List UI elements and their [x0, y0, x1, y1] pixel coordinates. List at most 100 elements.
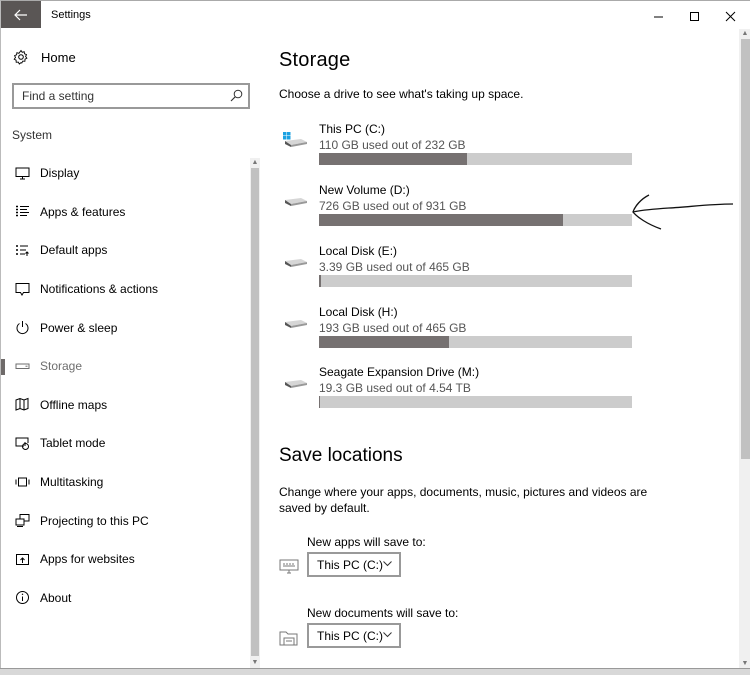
sidebar-item-display[interactable]: Display — [1, 154, 249, 193]
save-locations-title: Save locations — [279, 445, 403, 466]
dropdown-value: This PC (C:) — [317, 557, 383, 572]
maximize-icon — [689, 11, 699, 21]
sidebar-item-label: Projecting to this PC — [40, 513, 149, 528]
back-button[interactable] — [1, 1, 41, 28]
tablet-icon — [14, 435, 30, 451]
drive-usage-bar — [319, 336, 632, 348]
sidebar-item-power-sleep[interactable]: Power & sleep — [1, 308, 249, 347]
storage-icon — [14, 358, 30, 374]
sidebar-scrollbar-thumb[interactable] — [251, 168, 259, 656]
message-icon — [14, 281, 30, 297]
drive-icon — [285, 198, 307, 206]
close-button[interactable] — [715, 7, 745, 25]
scroll-down-arrow-icon[interactable]: ▼ — [250, 658, 260, 668]
sidebar-item-label: Multitasking — [40, 475, 104, 490]
home-link[interactable]: Home — [13, 49, 76, 65]
settings-window: Settings Home System Dis — [0, 0, 750, 670]
sidebar-item-projecting[interactable]: Projecting to this PC — [1, 501, 249, 540]
maximize-button[interactable] — [679, 7, 709, 25]
sidebar-item-label: Display — [40, 166, 80, 181]
windows-drive-icon — [283, 132, 307, 147]
main-scrollbar[interactable]: ▲ ▼ — [739, 29, 750, 669]
drive-usage-fill — [319, 214, 564, 226]
apps-save-dropdown[interactable]: This PC (C:) — [307, 552, 401, 577]
dropdown-value: This PC (C:) — [317, 628, 383, 643]
sidebar-item-label: Power & sleep — [40, 320, 118, 335]
sidebar-item-label: Tablet mode — [40, 436, 106, 451]
drive-icon — [285, 259, 307, 267]
drive-name: New Volume (D:) — [319, 183, 410, 197]
sidebar-item-about[interactable]: About — [1, 579, 249, 618]
sidebar-item-label: Notifications & actions — [40, 282, 159, 297]
drive-usage-bar — [319, 153, 632, 165]
save-row-label: New apps will save to: — [307, 535, 426, 549]
drive-usage: 726 GB used out of 931 GB — [319, 199, 467, 213]
scroll-up-arrow-icon[interactable]: ▲ — [739, 29, 750, 39]
sidebar-item-multitasking[interactable]: Multitasking — [1, 463, 249, 502]
sidebar-scrollbar[interactable]: ▲ ▼ — [250, 158, 260, 668]
main-scrollbar-thumb[interactable] — [741, 39, 750, 459]
search-input[interactable] — [14, 85, 214, 107]
sidebar-item-apps-websites[interactable]: Apps for websites — [1, 540, 249, 579]
sidebar-item-label: Apps for websites — [40, 552, 135, 567]
drive-item-m[interactable]: Seagate Expansion Drive (M:) 19.3 GB use… — [279, 365, 639, 415]
apps-websites-icon — [14, 551, 30, 567]
sidebar-item-label: Default apps — [40, 243, 108, 258]
drive-item-c[interactable]: This PC (C:) 110 GB used out of 232 GB — [279, 122, 639, 172]
drive-usage: 19.3 GB used out of 4.54 TB — [319, 381, 471, 395]
sidebar-nav: Display Apps & features Default apps Not… — [1, 154, 249, 617]
gear-icon — [13, 49, 29, 65]
apps-save-icon — [279, 559, 299, 574]
monitor-icon — [14, 165, 30, 181]
drive-usage-fill — [319, 396, 321, 408]
title-bar: Settings — [1, 1, 750, 32]
close-icon — [725, 11, 735, 21]
search-icon[interactable] — [230, 89, 243, 102]
sidebar: Home System Display Apps & features Defa… — [1, 32, 263, 671]
drive-usage-fill — [319, 275, 322, 287]
drive-usage: 110 GB used out of 232 GB — [319, 138, 466, 152]
drive-icon — [285, 320, 307, 328]
list-icon — [14, 204, 30, 220]
info-icon — [14, 590, 30, 606]
drive-usage-fill — [319, 153, 468, 165]
sidebar-item-label: Apps & features — [40, 204, 126, 219]
drive-usage-bar — [319, 275, 632, 287]
main-content: Storage Choose a drive to see what's tak… — [279, 32, 739, 669]
map-icon — [14, 397, 30, 413]
sidebar-item-default-apps[interactable]: Default apps — [1, 231, 249, 270]
page-title: Storage — [279, 49, 351, 71]
search-box[interactable] — [12, 83, 250, 109]
save-row-documents: New documents will save to: This PC (C:) — [279, 606, 639, 666]
documents-save-icon — [279, 631, 298, 646]
drive-item-d[interactable]: New Volume (D:) 726 GB used out of 931 G… — [279, 183, 639, 233]
drive-item-h[interactable]: Local Disk (H:) 193 GB used out of 465 G… — [279, 305, 639, 355]
save-row-apps: New apps will save to: This PC (C:) — [279, 535, 639, 595]
scroll-up-arrow-icon[interactable]: ▲ — [250, 158, 260, 168]
minimize-button[interactable] — [643, 7, 673, 25]
default-apps-icon — [14, 242, 30, 258]
sidebar-item-storage[interactable]: Storage — [1, 347, 249, 386]
save-row-label: New documents will save to: — [307, 606, 459, 620]
sidebar-item-label: Offline maps — [40, 397, 108, 412]
back-arrow-icon — [14, 9, 27, 20]
home-label: Home — [41, 49, 76, 65]
chevron-down-icon — [383, 632, 392, 638]
drive-usage: 3.39 GB used out of 465 GB — [319, 260, 470, 274]
sidebar-item-offline-maps[interactable]: Offline maps — [1, 386, 249, 425]
drive-name: This PC (C:) — [319, 122, 385, 136]
documents-save-dropdown[interactable]: This PC (C:) — [307, 623, 401, 648]
sidebar-item-apps-features[interactable]: Apps & features — [1, 193, 249, 232]
minimize-icon — [653, 16, 663, 17]
drive-icon — [285, 380, 307, 388]
page-description: Choose a drive to see what's taking up s… — [279, 87, 524, 101]
drive-usage-bar — [319, 396, 632, 408]
drive-name: Local Disk (E:) — [319, 244, 398, 258]
sidebar-item-notifications[interactable]: Notifications & actions — [1, 270, 249, 309]
background-window-edge — [0, 668, 750, 675]
drive-usage: 193 GB used out of 465 GB — [319, 321, 467, 335]
drive-item-e[interactable]: Local Disk (E:) 3.39 GB used out of 465 … — [279, 244, 639, 294]
drive-name: Seagate Expansion Drive (M:) — [319, 365, 480, 379]
sidebar-item-tablet-mode[interactable]: Tablet mode — [1, 424, 249, 463]
sidebar-item-label: Storage — [40, 359, 83, 374]
